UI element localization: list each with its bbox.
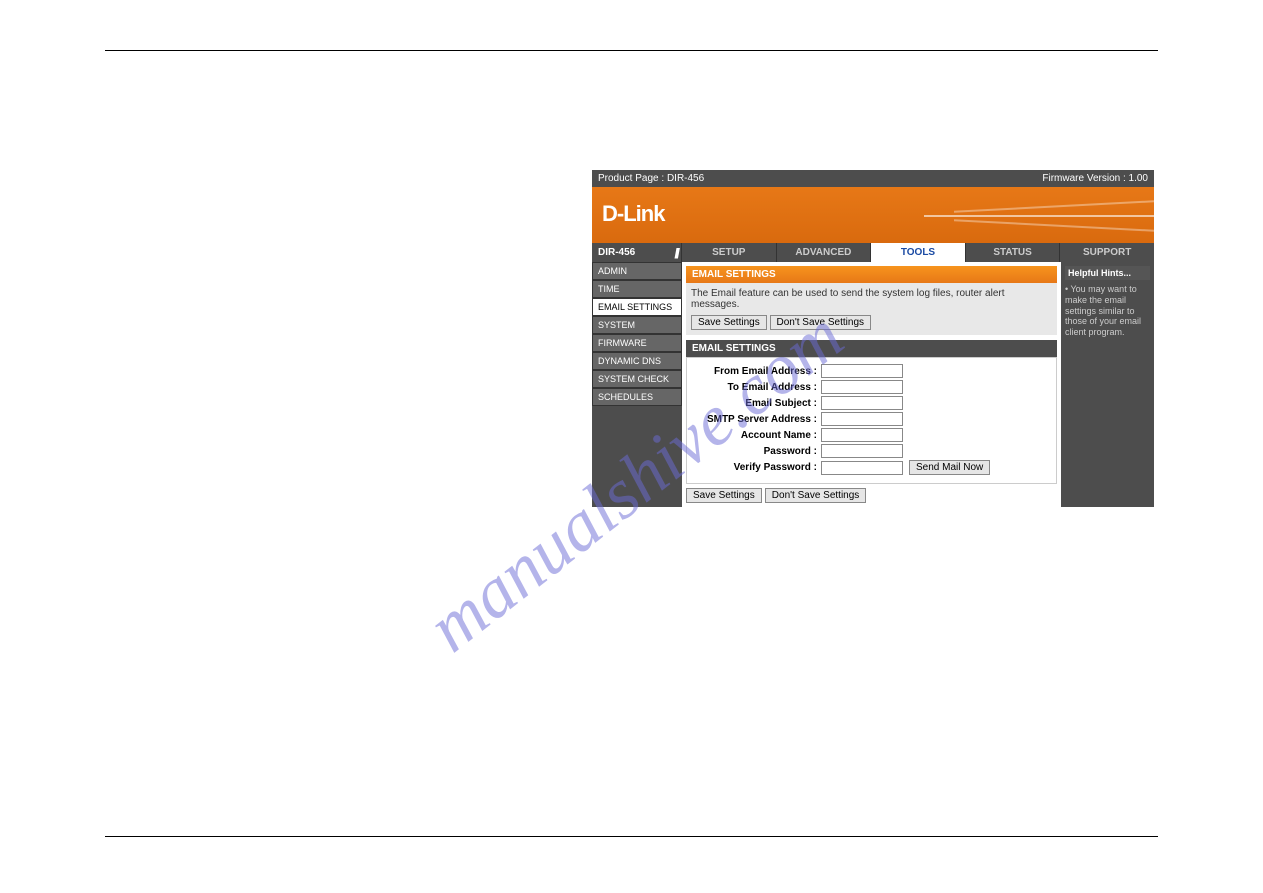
section-title-1: EMAIL SETTINGS [686,266,1057,283]
section-description: The Email feature can be used to send th… [691,288,1052,310]
smtp-label: SMTP Server Address : [691,414,821,425]
verify-password-input[interactable] [821,461,903,475]
slash-icon: /// [674,245,677,261]
from-email-label: From Email Address : [691,366,821,377]
section-body-1: The Email feature can be used to send th… [686,283,1057,335]
nav-advanced[interactable]: ADVANCED [777,243,872,262]
hints-title: Helpful Hints... [1065,266,1150,280]
content-area: EMAIL SETTINGS The Email feature can be … [682,262,1061,507]
sidebar-schedules[interactable]: SCHEDULES [592,388,682,406]
model-label: DIR-456 /// [592,243,682,262]
dont-save-settings-button-bottom[interactable]: Don't Save Settings [765,488,867,503]
product-page-link[interactable]: DIR-456 [667,173,704,184]
helpful-hints-panel: Helpful Hints... • You may want to make … [1061,262,1154,507]
to-email-input[interactable] [821,380,903,394]
section-title-2: EMAIL SETTINGS [686,340,1057,357]
product-top-bar: Product Page : DIR-456 Firmware Version … [592,170,1154,187]
sidebar-dynamic-dns[interactable]: DYNAMIC DNS [592,352,682,370]
sidebar-email-settings[interactable]: EMAIL SETTINGS [592,298,682,316]
verify-password-label: Verify Password : [691,462,821,473]
sidebar: ADMIN TIME EMAIL SETTINGS SYSTEM FIRMWAR… [592,262,682,507]
body-row: ADMIN TIME EMAIL SETTINGS SYSTEM FIRMWAR… [592,262,1154,507]
dont-save-settings-button-top[interactable]: Don't Save Settings [770,315,872,330]
banner-decoration [924,215,1154,217]
product-page-label: Product Page : [598,173,664,184]
firmware-version: Firmware Version : 1.00 [1042,173,1148,184]
send-mail-now-button[interactable]: Send Mail Now [909,460,990,475]
bottom-button-row: Save Settings Don't Save Settings [686,488,1057,503]
email-settings-form: From Email Address : To Email Address : … [686,357,1057,484]
to-email-label: To Email Address : [691,382,821,393]
model-text: DIR-456 [598,247,635,258]
nav-tools[interactable]: TOOLS [871,243,966,262]
from-email-input[interactable] [821,364,903,378]
email-subject-label: Email Subject : [691,398,821,409]
dlink-logo: D-Link [602,201,664,227]
sidebar-firmware[interactable]: FIRMWARE [592,334,682,352]
brand-banner: D-Link [592,187,1154,243]
sidebar-time[interactable]: TIME [592,280,682,298]
email-subject-input[interactable] [821,396,903,410]
router-admin-panel: Product Page : DIR-456 Firmware Version … [592,170,1154,507]
save-settings-button-top[interactable]: Save Settings [691,315,767,330]
account-name-input[interactable] [821,428,903,442]
bottom-rule [105,836,1158,837]
nav-status[interactable]: STATUS [966,243,1061,262]
hints-text: • You may want to make the email setting… [1065,284,1150,338]
sidebar-system[interactable]: SYSTEM [592,316,682,334]
save-settings-button-bottom[interactable]: Save Settings [686,488,762,503]
main-nav: DIR-456 /// SETUP ADVANCED TOOLS STATUS … [592,243,1154,262]
account-name-label: Account Name : [691,430,821,441]
nav-support[interactable]: SUPPORT [1060,243,1154,262]
sidebar-admin[interactable]: ADMIN [592,262,682,280]
smtp-input[interactable] [821,412,903,426]
password-input[interactable] [821,444,903,458]
top-rule [105,50,1158,51]
sidebar-system-check[interactable]: SYSTEM CHECK [592,370,682,388]
nav-setup[interactable]: SETUP [682,243,777,262]
password-label: Password : [691,446,821,457]
